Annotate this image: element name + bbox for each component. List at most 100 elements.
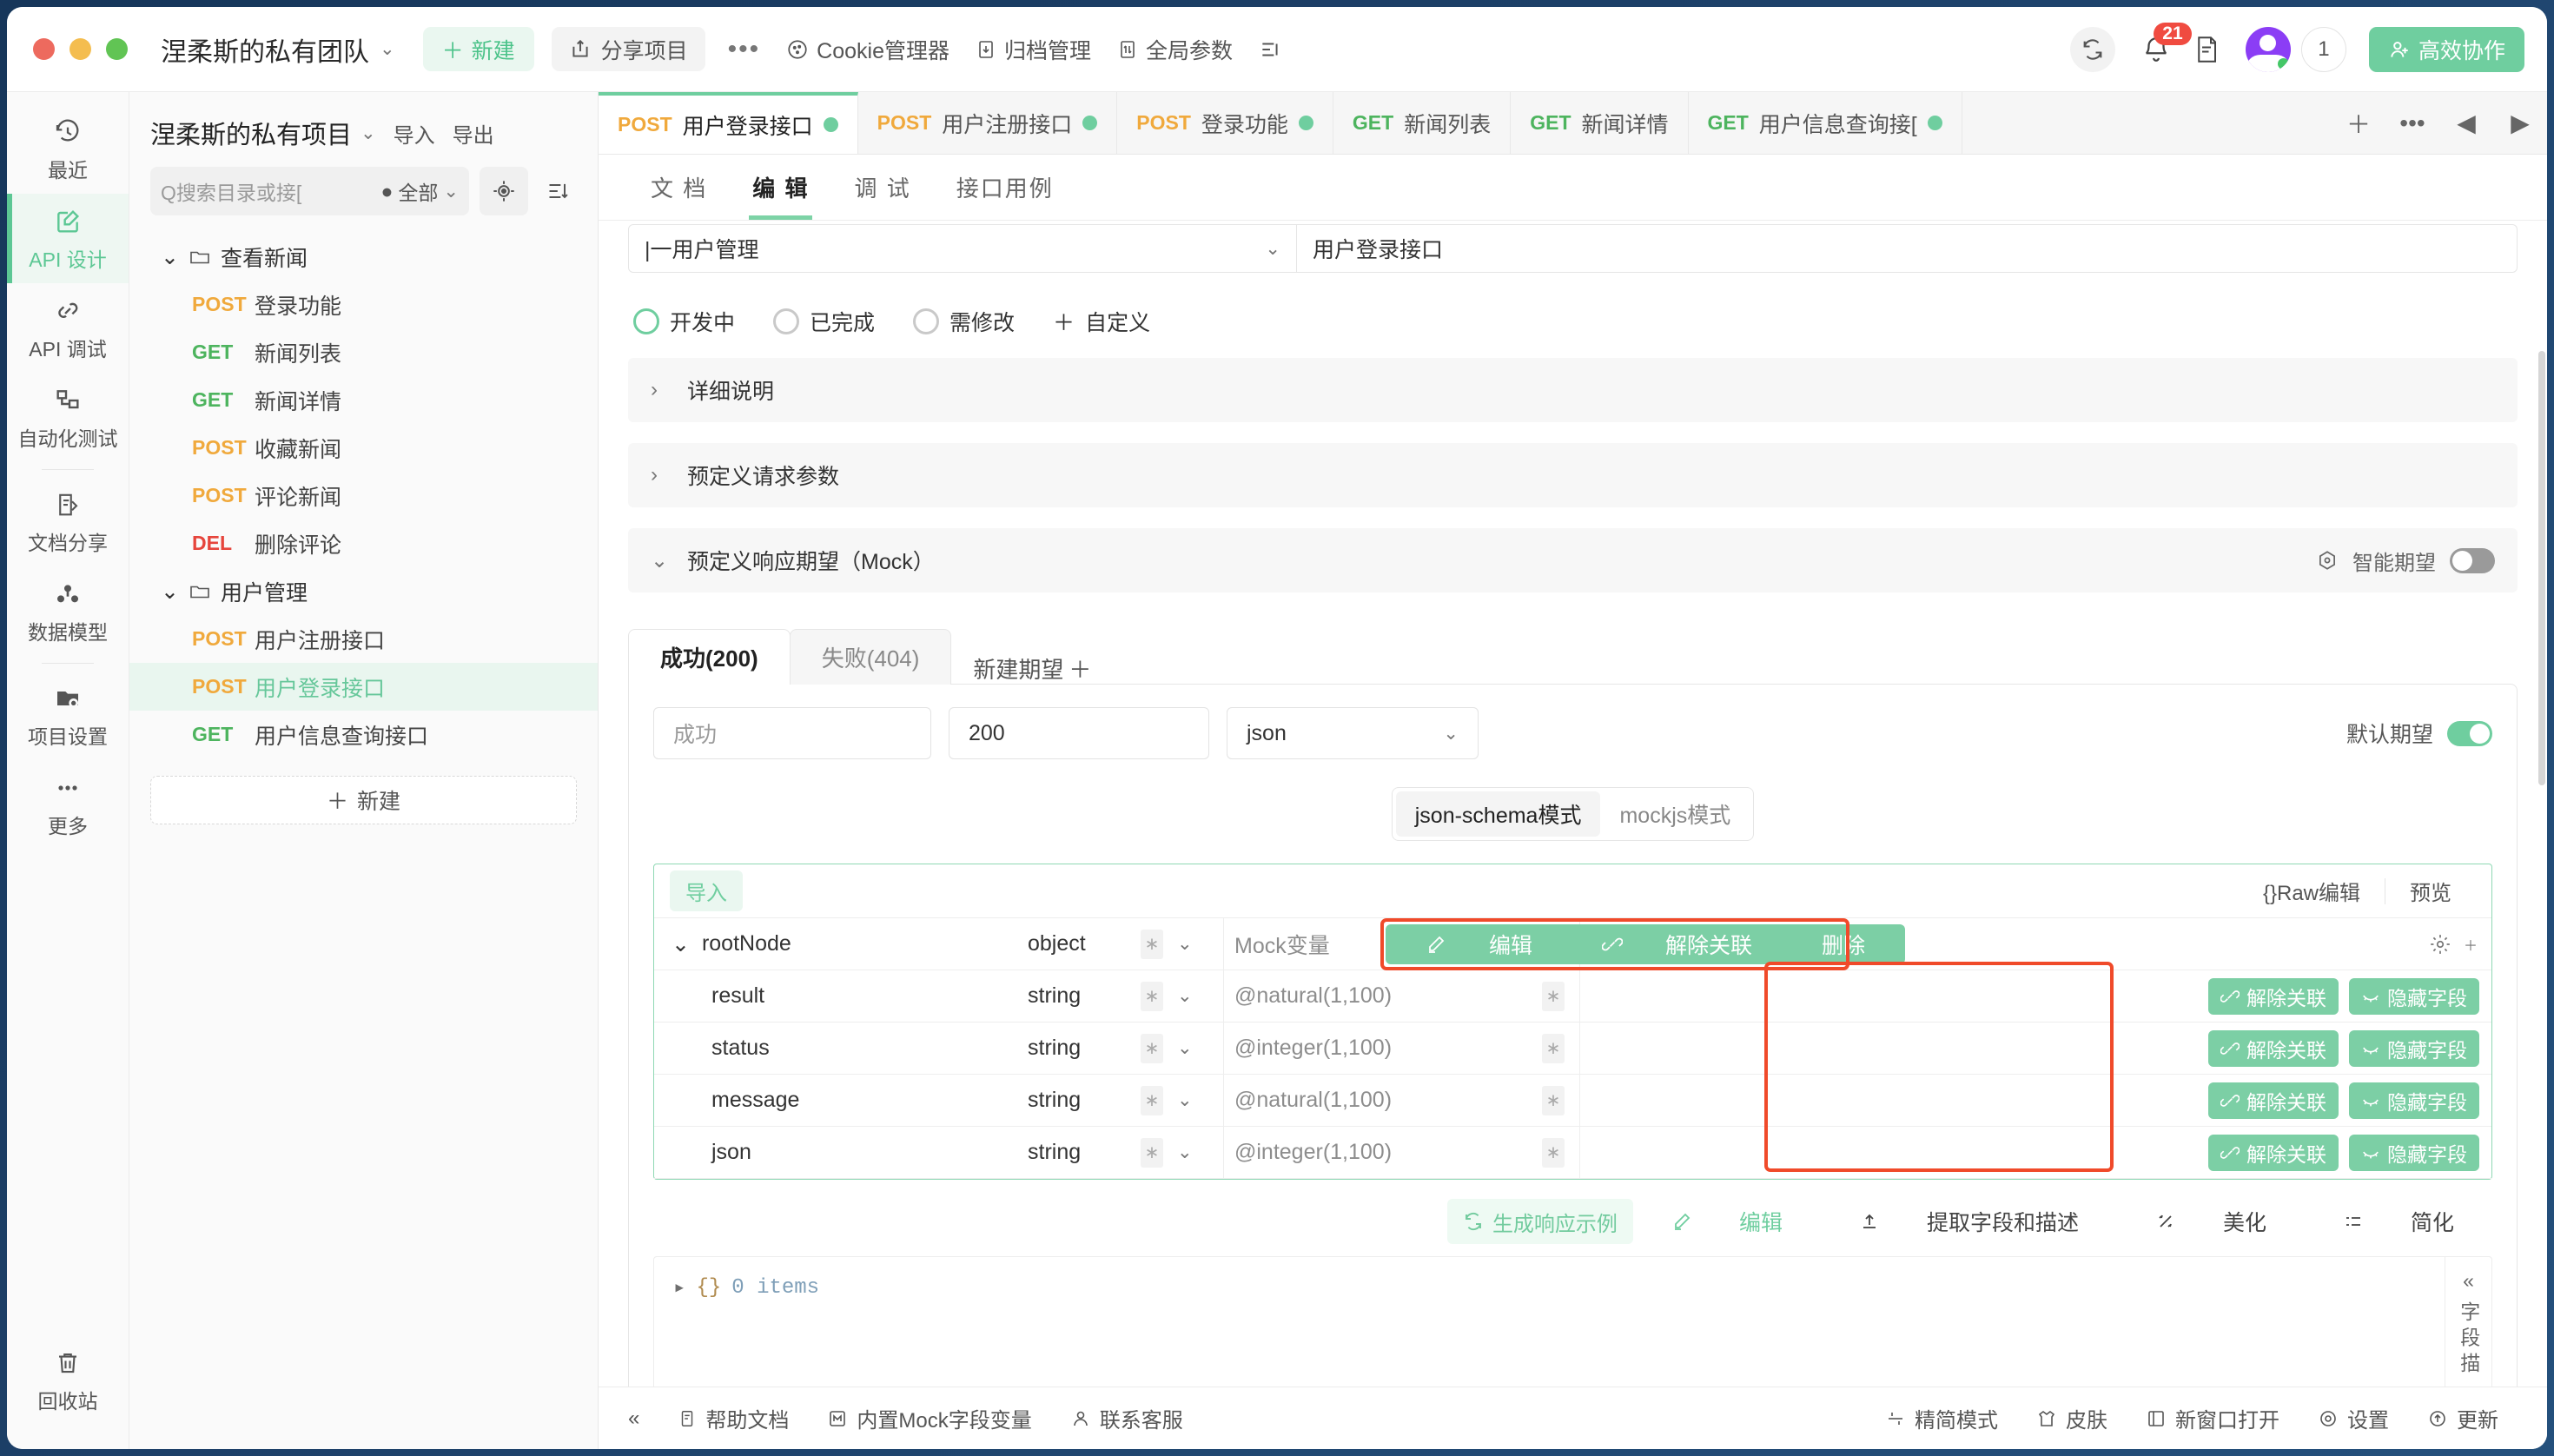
field-required-control[interactable]: ∗ ⌄: [1141, 1086, 1223, 1115]
delete-node-button[interactable]: 删除: [1787, 929, 1900, 960]
open-new-window-button[interactable]: 新窗口打开: [2127, 1403, 2299, 1433]
tab-more-button[interactable]: •••: [2385, 109, 2439, 137]
field-mock-input[interactable]: @integer(1,100): [1223, 1023, 1527, 1074]
maximize-window-button[interactable]: [106, 38, 128, 60]
field-extra-control[interactable]: ∗: [1527, 982, 1579, 1011]
field-type-label[interactable]: string: [1028, 983, 1141, 1009]
table-row[interactable]: status string ∗ ⌄ @integer(1,100): [654, 1023, 2491, 1075]
list-toggle-button[interactable]: [1259, 40, 1281, 59]
tab-doc[interactable]: 文 档: [628, 155, 730, 220]
json-preview-area[interactable]: ▸ {} 0 items « 字 段 描: [653, 1256, 2492, 1387]
unlink-button[interactable]: 解除关联: [2208, 1135, 2339, 1171]
expectation-code-input[interactable]: 200: [949, 707, 1209, 759]
hide-field-button[interactable]: 隐藏字段: [2349, 978, 2479, 1015]
edit-node-button[interactable]: 编辑: [1391, 929, 1567, 960]
default-expectation-control[interactable]: 默认期望: [2346, 718, 2492, 749]
export-project-button[interactable]: 导出: [453, 118, 494, 149]
mock-variables-button[interactable]: 内置Mock字段变量: [808, 1403, 1050, 1433]
field-extra-control[interactable]: ∗: [1527, 1086, 1579, 1115]
settings-icon[interactable]: [2429, 933, 2451, 956]
status-radio-needs-change[interactable]: 需修改: [913, 306, 1015, 337]
tab-user-register[interactable]: POST 用户注册接口: [858, 92, 1118, 154]
add-custom-status-button[interactable]: ＋ 自定义: [1053, 306, 1150, 337]
avatar[interactable]: [2246, 27, 2291, 72]
tree-api-user-login[interactable]: POST 用户登录接口: [129, 663, 598, 711]
hide-field-button[interactable]: 隐藏字段: [2349, 1135, 2479, 1171]
new-expectation-button[interactable]: 新建期望 ＋: [950, 652, 1114, 685]
top-more-button[interactable]: •••: [728, 35, 761, 64]
table-row[interactable]: json string ∗ ⌄ @integer(1,100): [654, 1127, 2491, 1179]
accordion-predef-mock[interactable]: ⌄ 预定义响应期望（Mock） 智能期望: [628, 528, 2518, 592]
skin-button[interactable]: 皮肤: [2017, 1403, 2127, 1433]
cookie-manager-button[interactable]: Cookie管理器: [786, 34, 949, 65]
filter-dropdown[interactable]: ● 全部 ⌄: [380, 176, 459, 206]
share-project-button[interactable]: 分享项目: [552, 27, 705, 71]
tab-user-login[interactable]: POST 用户登录接口: [599, 92, 858, 154]
new-button[interactable]: ＋ 新建: [423, 27, 534, 71]
rail-item-automation[interactable]: 自动化测试: [7, 373, 129, 462]
notifications-button[interactable]: 21: [2141, 35, 2171, 64]
rail-item-more[interactable]: 更多: [7, 760, 129, 850]
add-field-icon[interactable]: ＋: [2464, 934, 2478, 955]
mode-mockjs[interactable]: mockjs模式: [1600, 791, 1750, 837]
tab-next-button[interactable]: ▶: [2493, 109, 2547, 137]
tab-user-info-query[interactable]: GET 用户信息查询接[: [1689, 92, 1962, 154]
default-expectation-toggle[interactable]: [2447, 721, 2492, 746]
table-row[interactable]: result string ∗ ⌄ @natural(1,100): [654, 970, 2491, 1023]
folder-select[interactable]: |一用户管理 ⌄: [628, 224, 1297, 273]
mode-json-schema[interactable]: json-schema模式: [1396, 791, 1601, 837]
json-root-line[interactable]: ▸ {} 0 items: [673, 1274, 2472, 1300]
tree-api-news-list[interactable]: GET 新闻列表: [129, 328, 598, 376]
extract-fields-button[interactable]: 提取字段和描述: [1821, 1206, 2117, 1237]
close-window-button[interactable]: [33, 38, 55, 60]
chevron-down-icon[interactable]: ⌄: [672, 931, 690, 957]
sync-button[interactable]: [2070, 27, 2115, 72]
table-row[interactable]: message string ∗ ⌄ @natural(1,100): [654, 1075, 2491, 1127]
expectation-name-input[interactable]: 成功: [653, 707, 931, 759]
field-required-control[interactable]: ∗ ⌄: [1141, 1138, 1223, 1168]
import-project-button[interactable]: 导入: [394, 118, 435, 149]
field-type-label[interactable]: object: [1028, 931, 1141, 956]
sort-button[interactable]: [539, 167, 579, 215]
tab-cases[interactable]: 接口用例: [934, 155, 1076, 220]
simplify-button[interactable]: 简化: [2305, 1206, 2492, 1237]
rail-item-api-debug[interactable]: API 调试: [7, 283, 129, 373]
unlink-button[interactable]: 解除关联: [2208, 978, 2339, 1015]
field-type-label[interactable]: string: [1028, 1088, 1141, 1113]
collapse-sidebar-button[interactable]: «: [628, 1406, 658, 1431]
tree-folder-user-mgmt[interactable]: ⌄ 用户管理: [129, 567, 598, 615]
tab-news-detail[interactable]: GET 新闻详情: [1511, 92, 1688, 154]
new-api-button[interactable]: ＋ 新建: [150, 776, 577, 824]
field-mock-input[interactable]: @integer(1,100): [1223, 1127, 1527, 1178]
api-name-input[interactable]: 用户登录接口: [1297, 224, 2518, 273]
edit-form-scroll[interactable]: |一用户管理 ⌄ 用户登录接口 开发中 已完成: [599, 221, 2547, 1387]
expectation-tab-success[interactable]: 成功(200): [628, 629, 791, 685]
field-extra-control[interactable]: ∗: [1527, 1138, 1579, 1168]
member-count[interactable]: 1: [2301, 27, 2346, 72]
team-switcher[interactable]: 涅柔斯的私有团队 ⌄: [161, 30, 395, 69]
right-panel-collapse[interactable]: « 字 段 描: [2445, 1257, 2491, 1387]
field-type-label[interactable]: string: [1028, 1036, 1141, 1061]
field-required-control[interactable]: ∗ ⌄: [1141, 930, 1223, 959]
rail-item-recent[interactable]: 最近: [7, 104, 129, 194]
raw-edit-button[interactable]: {}Raw编辑: [2239, 876, 2385, 906]
accordion-predef-request-params[interactable]: › 预定义请求参数: [628, 443, 2518, 507]
schema-import-button[interactable]: 导入: [670, 870, 743, 911]
tree-api-news-detail[interactable]: GET 新闻详情: [129, 376, 598, 424]
field-extra-control[interactable]: ∗: [1527, 1034, 1579, 1063]
tab-prev-button[interactable]: ◀: [2439, 109, 2493, 137]
notes-button[interactable]: [2193, 35, 2220, 64]
beautify-button[interactable]: 美化: [2117, 1206, 2305, 1237]
tree-api-delete-comment[interactable]: DEL 删除评论: [129, 520, 598, 567]
rail-item-data-model[interactable]: 数据模型: [7, 566, 129, 656]
json-edit-button[interactable]: 编辑: [1633, 1206, 1821, 1237]
update-button[interactable]: 更新: [2408, 1403, 2518, 1433]
tree-api-comment-news[interactable]: POST 评论新闻: [129, 472, 598, 520]
tree-api-login-fn[interactable]: POST 登录功能: [129, 281, 598, 328]
settings-button[interactable]: 设置: [2299, 1403, 2408, 1433]
field-required-control[interactable]: ∗ ⌄: [1141, 1034, 1223, 1063]
rail-item-project-settings[interactable]: 项目设置: [7, 671, 129, 760]
smart-expectation-control[interactable]: 智能期望: [2316, 546, 2495, 576]
collapse-icon[interactable]: «: [2463, 1269, 2474, 1293]
search-input[interactable]: Q搜索目录或接[ ● 全部 ⌄: [150, 167, 469, 215]
